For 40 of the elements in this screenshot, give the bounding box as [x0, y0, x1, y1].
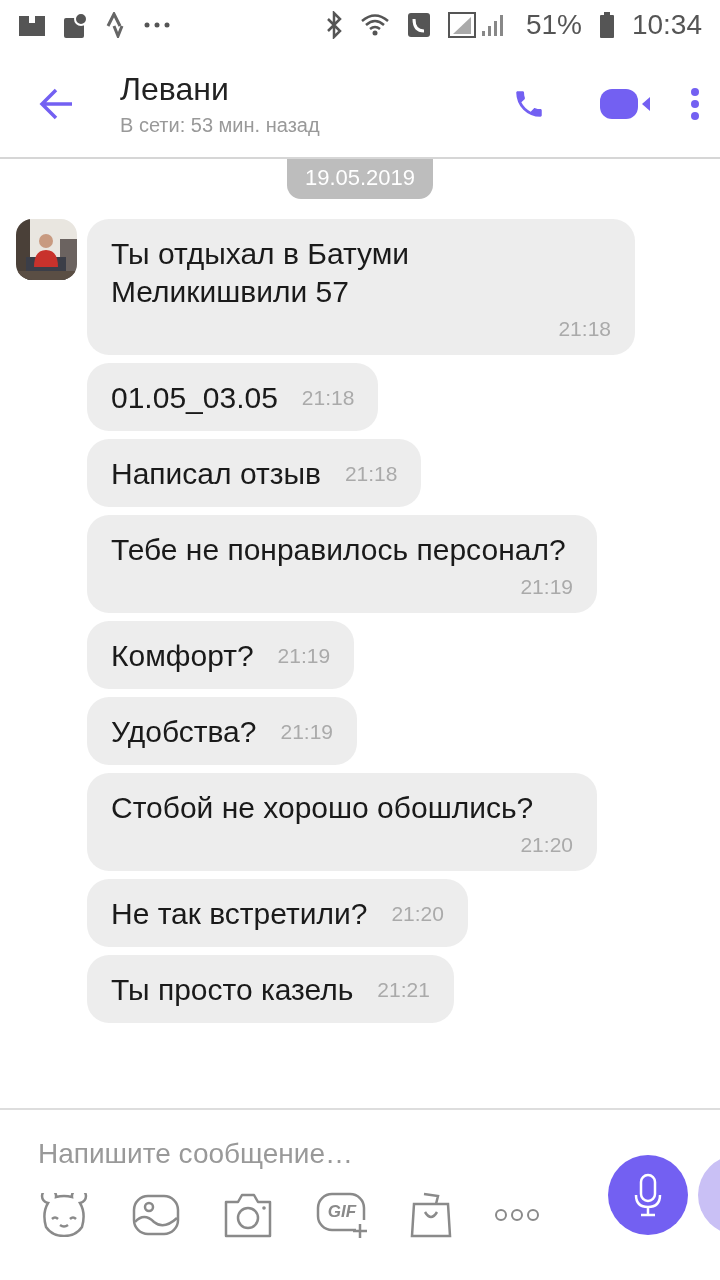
- contact-name: Левани: [120, 70, 230, 108]
- battery-icon: [599, 12, 614, 38]
- message-input[interactable]: Напишите сообщение…: [38, 1138, 538, 1170]
- message-text: Комфорт?: [111, 638, 254, 674]
- message-text: Удобства?: [111, 714, 257, 750]
- date-chip: 19.05.2019: [286, 159, 434, 199]
- package-icon: [18, 13, 46, 37]
- camera-button[interactable]: [222, 1192, 274, 1238]
- message-text: Ты просто казель: [111, 972, 354, 1008]
- message-text: 01.05_03.05: [111, 380, 278, 416]
- message-time: 21:20: [391, 902, 444, 926]
- gallery-button[interactable]: [132, 1194, 180, 1236]
- phone-icon: [407, 13, 430, 37]
- back-button[interactable]: [38, 87, 74, 120]
- gif-button[interactable]: GIF: [316, 1192, 368, 1238]
- message-time: 21:18: [344, 462, 398, 486]
- sticker-button[interactable]: [38, 1193, 90, 1237]
- video-call-button[interactable]: [600, 87, 650, 120]
- message-text: Тебе не понравилось персонал?: [111, 532, 567, 568]
- more-icon: [144, 22, 170, 28]
- more-button[interactable]: [494, 1208, 540, 1222]
- message-time: 21:18: [301, 386, 355, 410]
- clock: 10:34: [631, 9, 702, 41]
- battery-percent: 51%: [525, 9, 582, 41]
- message-time: 21:18: [558, 317, 611, 341]
- message-time: 21:20: [520, 833, 573, 857]
- message-text: Не так встретили?: [111, 896, 368, 932]
- message-time: 21:21: [377, 978, 430, 1002]
- menu-button[interactable]: [690, 86, 700, 121]
- message-text: Стобой не хорошо обошлись?: [111, 790, 535, 826]
- wifi-icon: [359, 13, 390, 37]
- message-text: Ты отдыхал в Батуми Меликишвили 57: [111, 236, 411, 310]
- microphone-icon: [633, 1173, 663, 1217]
- message-time: 21:19: [277, 644, 331, 668]
- message-time: 21:19: [280, 720, 334, 744]
- message-text: Написал отзыв: [111, 456, 321, 492]
- message-time: 21:19: [520, 575, 573, 599]
- bluetooth-icon: [325, 11, 342, 39]
- shopping-bag-button[interactable]: [410, 1192, 452, 1238]
- last-seen: В сети: 53 мин. назад: [120, 113, 321, 137]
